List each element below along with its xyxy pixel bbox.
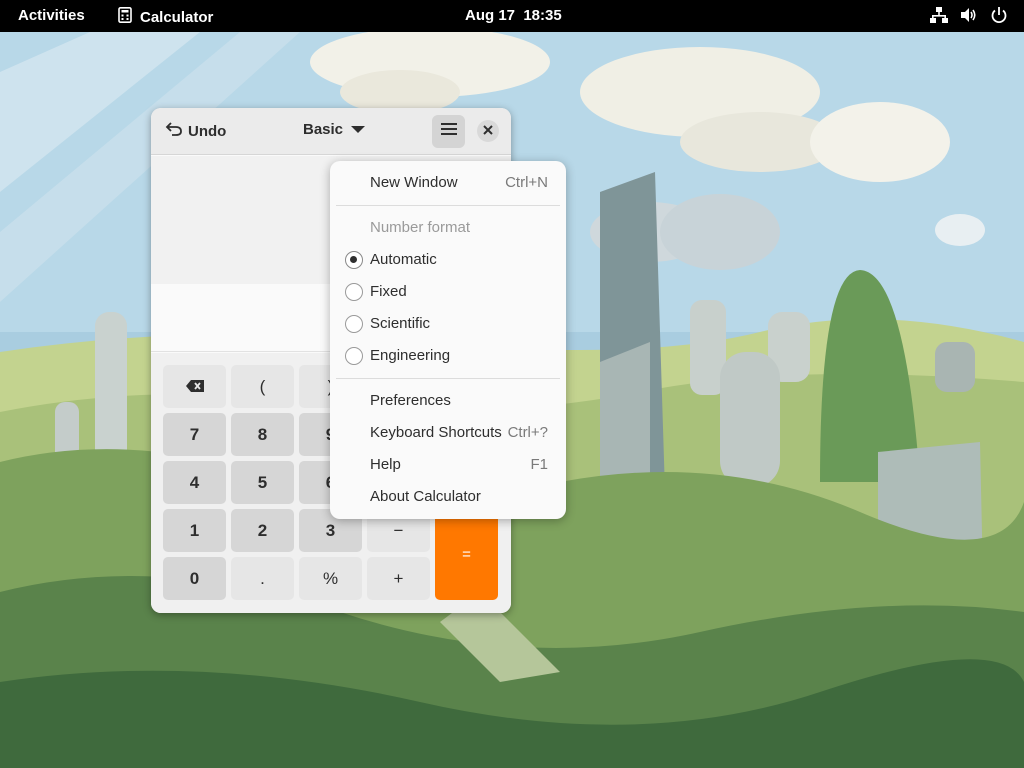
header-bar: Undo Basic bbox=[151, 108, 511, 155]
menu-separator bbox=[336, 205, 560, 206]
calculator-app-icon bbox=[118, 7, 132, 27]
app-name: Calculator bbox=[140, 8, 214, 26]
activities-button[interactable]: Activities bbox=[18, 7, 85, 24]
number-format-heading: Number format bbox=[370, 219, 471, 236]
radio-fixed[interactable] bbox=[345, 283, 363, 301]
undo-label: Undo bbox=[188, 122, 227, 140]
key-4[interactable]: 4 bbox=[163, 461, 226, 504]
undo-icon bbox=[165, 121, 183, 141]
main-menu-popover: New Window Ctrl+N Number format Automati… bbox=[330, 161, 566, 519]
menu-item-about[interactable]: About Calculator bbox=[370, 488, 481, 505]
open-paren-button[interactable]: ( bbox=[231, 365, 294, 408]
key-1[interactable]: 1 bbox=[163, 509, 226, 552]
power-icon[interactable] bbox=[990, 6, 1008, 24]
new-window-shortcut: Ctrl+N bbox=[505, 174, 548, 191]
mode-label: Basic bbox=[303, 121, 344, 138]
network-icon[interactable] bbox=[930, 6, 948, 24]
menu-item-preferences[interactable]: Preferences bbox=[370, 392, 451, 409]
decimal-point-button[interactable]: . bbox=[231, 557, 294, 600]
hamburger-icon bbox=[440, 122, 457, 141]
menu-item-engineering[interactable]: Engineering bbox=[370, 347, 450, 364]
main-menu-button[interactable] bbox=[432, 115, 465, 148]
key-8[interactable]: 8 bbox=[231, 413, 294, 456]
close-button[interactable] bbox=[477, 120, 499, 142]
top-bar: Activities Calculator Aug 17 18:35 bbox=[0, 0, 1024, 32]
backspace-icon bbox=[185, 377, 204, 397]
keyboard-shortcuts-shortcut: Ctrl+? bbox=[507, 424, 548, 441]
equals-button[interactable]: = bbox=[435, 509, 498, 600]
radio-scientific[interactable] bbox=[345, 315, 363, 333]
undo-button[interactable]: Undo bbox=[165, 121, 226, 141]
chevron-down-icon bbox=[351, 121, 366, 138]
percent-button[interactable]: % bbox=[299, 557, 362, 600]
plus-button[interactable]: + bbox=[367, 557, 430, 600]
close-icon bbox=[483, 122, 493, 140]
radio-engineering[interactable] bbox=[345, 347, 363, 365]
key-7[interactable]: 7 bbox=[163, 413, 226, 456]
menu-item-automatic[interactable]: Automatic bbox=[370, 251, 437, 268]
help-shortcut: F1 bbox=[530, 456, 548, 473]
menu-item-help[interactable]: Help bbox=[370, 456, 401, 473]
key-5[interactable]: 5 bbox=[231, 461, 294, 504]
volume-icon[interactable] bbox=[960, 6, 978, 24]
system-tray[interactable] bbox=[930, 6, 1008, 24]
menu-item-keyboard-shortcuts[interactable]: Keyboard Shortcuts bbox=[370, 424, 502, 441]
clock[interactable]: Aug 17 18:35 bbox=[465, 7, 562, 24]
app-menu-button[interactable]: Calculator bbox=[118, 7, 213, 27]
menu-item-scientific[interactable]: Scientific bbox=[370, 315, 430, 332]
menu-separator bbox=[336, 378, 560, 379]
radio-automatic[interactable] bbox=[345, 251, 363, 269]
mode-selector-button[interactable]: Basic bbox=[303, 121, 366, 138]
key-0[interactable]: 0 bbox=[163, 557, 226, 600]
backspace-button[interactable] bbox=[163, 365, 226, 408]
menu-item-new-window[interactable]: New Window bbox=[370, 174, 458, 191]
menu-item-fixed[interactable]: Fixed bbox=[370, 283, 407, 300]
key-2[interactable]: 2 bbox=[231, 509, 294, 552]
